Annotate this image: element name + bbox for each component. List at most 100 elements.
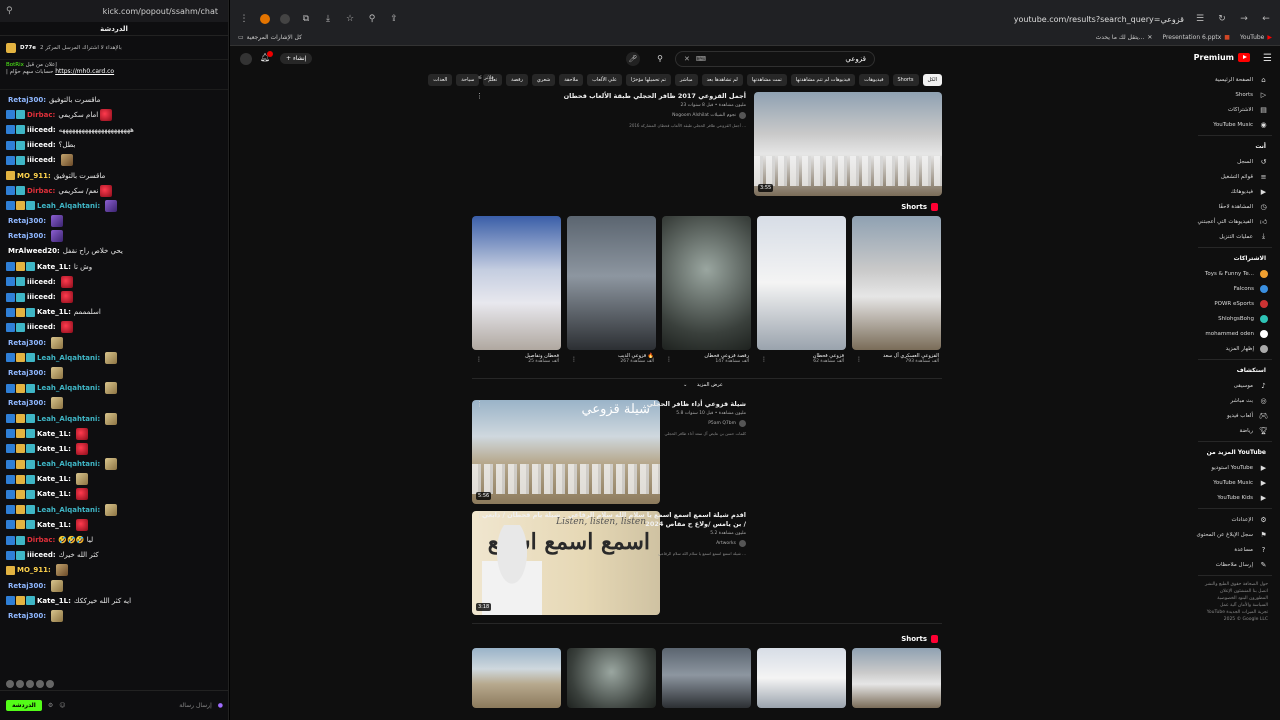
chat-message[interactable]: Kate_1L: [6, 472, 222, 487]
chat-username[interactable]: iiiceed: [27, 141, 56, 149]
short-thumbnail[interactable] [567, 648, 656, 708]
zoom-icon[interactable]: ⚲ [366, 14, 378, 24]
filter-chip[interactable]: مباشر [674, 74, 698, 86]
chat-username[interactable]: Leah_Alqahtani: [37, 384, 100, 392]
chat-username[interactable]: Dirbac: [27, 111, 55, 119]
chat-username[interactable]: Leah_Alqahtani: [37, 460, 100, 468]
chat-message[interactable]: MO_911: ماقسرت بالتوفيق [6, 168, 222, 183]
forward-icon[interactable]: → [1238, 14, 1250, 24]
sidebar-item-explore[interactable]: بث مباشر ◎ [1190, 393, 1280, 408]
emoji-icon[interactable]: ☺ [59, 702, 65, 709]
sidebar-item-settings[interactable]: الإعدادات ⚙ [1190, 512, 1280, 527]
create-button[interactable]: + إنشاء [280, 53, 313, 64]
chat-username[interactable]: Kate_1L: [37, 263, 71, 271]
chat-message[interactable]: Kate_1L: اسلمممم [6, 305, 222, 320]
chat-username[interactable]: Kate_1L: [37, 597, 71, 605]
share-icon[interactable]: ⇪ [388, 14, 400, 24]
chat-username[interactable]: Leah_Alqahtani: [37, 354, 100, 362]
sidebar-item-more[interactable]: YouTube Kids ▶ [1190, 490, 1280, 505]
sidebar-item-subscription[interactable]: ShlohgsBohg [1190, 311, 1280, 326]
pinned-bot-message[interactable]: BotRix إعلان من قبل | حسابات سهم حوّام h… [0, 60, 228, 90]
filter-chip[interactable]: العدات [428, 74, 453, 86]
more-options-icon[interactable]: ⋮ [571, 356, 577, 363]
sidebar-item-settings[interactable]: سجل الإبلاغ عن المحتوى ⚑ [1190, 527, 1280, 542]
chat-username[interactable]: Retaj300: [8, 339, 46, 347]
chat-message[interactable]: Dirbac: 🤣🤣🤣 ليا [6, 532, 222, 547]
chat-message[interactable]: Leah_Alqahtani: [6, 502, 222, 517]
sidebar-item-explore[interactable]: رياضة 🏆︎ [1190, 423, 1280, 438]
chat-message[interactable]: Kate_1L: وش تا [6, 259, 222, 274]
show-more-button[interactable]: ⌄ عرض المزيد [675, 382, 739, 388]
video-result[interactable]: 3:55 أجمل القزوعي 2017 ظافر الحجلي طبقة … [472, 92, 942, 198]
chat-message[interactable]: Kate_1L: [6, 487, 222, 502]
sidebar-item-you[interactable]: السجل ↺ [1190, 154, 1280, 169]
chat-message[interactable]: Leah_Alqahtani: [6, 381, 222, 396]
extension-icon[interactable] [260, 14, 270, 24]
chat-username[interactable]: Dirbac: [27, 536, 55, 544]
short-card[interactable]: قزوعي قحطان 62 ألف مشاهدة ⋮ [757, 216, 846, 376]
sidebar-item-main[interactable]: YouTube Music ◉ [1190, 117, 1280, 132]
chat-message[interactable]: MrAlweed20: يحي خلاص راح نقفل [6, 244, 222, 259]
chat-username[interactable]: Kate_1L: [37, 430, 71, 438]
channel-avatar[interactable] [739, 540, 746, 547]
short-thumbnail[interactable] [852, 648, 941, 708]
chat-message[interactable]: Leah_Alqahtani: [6, 411, 222, 426]
chat-username[interactable]: Kate_1L: [37, 490, 71, 498]
chat-username[interactable]: iiiceed: [27, 293, 56, 301]
chat-message[interactable]: Dirbac: نعم/ سكريمي [6, 183, 222, 198]
bookmark-item[interactable]: Presentation 6.pptx ■ [1162, 34, 1230, 41]
chat-message[interactable]: Retaj300: [6, 396, 222, 411]
chat-username[interactable]: Kate_1L: [37, 308, 71, 316]
chat-username[interactable]: MO_911: [17, 566, 51, 574]
chat-message[interactable]: Retaj300: ماقسرت بالتوفيق [6, 92, 222, 107]
filter-chip[interactable]: تم تحميلها مؤخرًا [625, 74, 671, 86]
chat-username[interactable]: iiiceed: [27, 126, 56, 134]
sidebar-item-subscription[interactable]: إظهار المزيد [1190, 341, 1280, 356]
youtube-premium-logo[interactable]: Premium [1194, 53, 1250, 62]
filter-chip[interactable]: تمت مشاهدتها [746, 74, 787, 86]
more-options-icon[interactable]: ⋮ [666, 356, 672, 363]
chat-username[interactable]: Retaj300: [8, 612, 46, 620]
chat-username[interactable]: Retaj300: [8, 399, 46, 407]
clear-icon[interactable]: ✕ [684, 55, 690, 63]
menu-icon[interactable]: ⋮ [238, 14, 250, 24]
filter-chip[interactable]: فيديوهات [859, 74, 889, 86]
sidebar-item-you[interactable]: عمليات التنزيل ⤓ [1190, 229, 1280, 244]
video-thumbnail[interactable]: 3:55 [754, 92, 942, 196]
extension-icon[interactable] [280, 14, 290, 24]
address-bar[interactable]: youtube.com/results?search_query=قزوعي [410, 15, 1184, 24]
channel-avatar[interactable] [739, 112, 746, 119]
channel-avatar[interactable] [739, 420, 746, 427]
channel-row[interactable]: Artworks [480, 540, 746, 547]
channel-name[interactable]: Nogoom Alshilat نجوم الشيلات [672, 113, 736, 118]
back-icon[interactable]: ← [1260, 14, 1272, 24]
chat-input[interactable]: إرسال رسالة [72, 702, 211, 709]
chat-message[interactable]: Retaj300: [6, 229, 222, 244]
chat-message[interactable]: Retaj300: [6, 214, 222, 229]
chat-username[interactable]: Leah_Alqahtani: [37, 202, 100, 210]
chat-message[interactable]: iiiceed: [6, 153, 222, 168]
settings-icon[interactable]: ⚙ [48, 702, 53, 709]
short-card[interactable]: رقصة قزوعي قحطان 147 ألف مشاهدة ⋮ [662, 216, 751, 376]
more-options-icon[interactable]: ⋮ [856, 356, 862, 363]
chat-message[interactable]: MO_911: [6, 563, 222, 578]
filter-chip[interactable]: علي الألعاب [587, 74, 622, 86]
sidebar-item-subscription[interactable]: Toys & Funny Te... [1190, 266, 1280, 281]
chat-message[interactable]: iiiceed: [6, 289, 222, 304]
bookmark-item[interactable]: YouTube ▶ [1240, 34, 1272, 41]
mic-icon[interactable]: ● [218, 702, 223, 709]
sidebar-heading-subscriptions[interactable]: الاشتراكات [1190, 251, 1280, 266]
emote-quick-row[interactable] [6, 680, 54, 688]
short-thumbnail[interactable] [662, 648, 751, 708]
more-options-icon[interactable]: ⋮ [476, 92, 483, 100]
chat-username[interactable]: iiiceed: [27, 156, 56, 164]
sidebar-item-you[interactable]: المشاهدة لاحقًا ◷ [1190, 199, 1280, 214]
chat-message[interactable]: Kate_1L: ايه كثر الله خيرككك [6, 593, 222, 608]
filter-chip[interactable]: شعري [531, 74, 556, 86]
chat-username[interactable]: Retaj300: [8, 217, 46, 225]
chat-username[interactable]: Kate_1L: [37, 475, 71, 483]
sidebar-item-main[interactable]: Shorts ▷ [1190, 87, 1280, 102]
sidebar-item-more[interactable]: YouTube Music ▶ [1190, 475, 1280, 490]
chat-message[interactable]: Kate_1L: [6, 517, 222, 532]
avatar[interactable] [240, 53, 252, 65]
